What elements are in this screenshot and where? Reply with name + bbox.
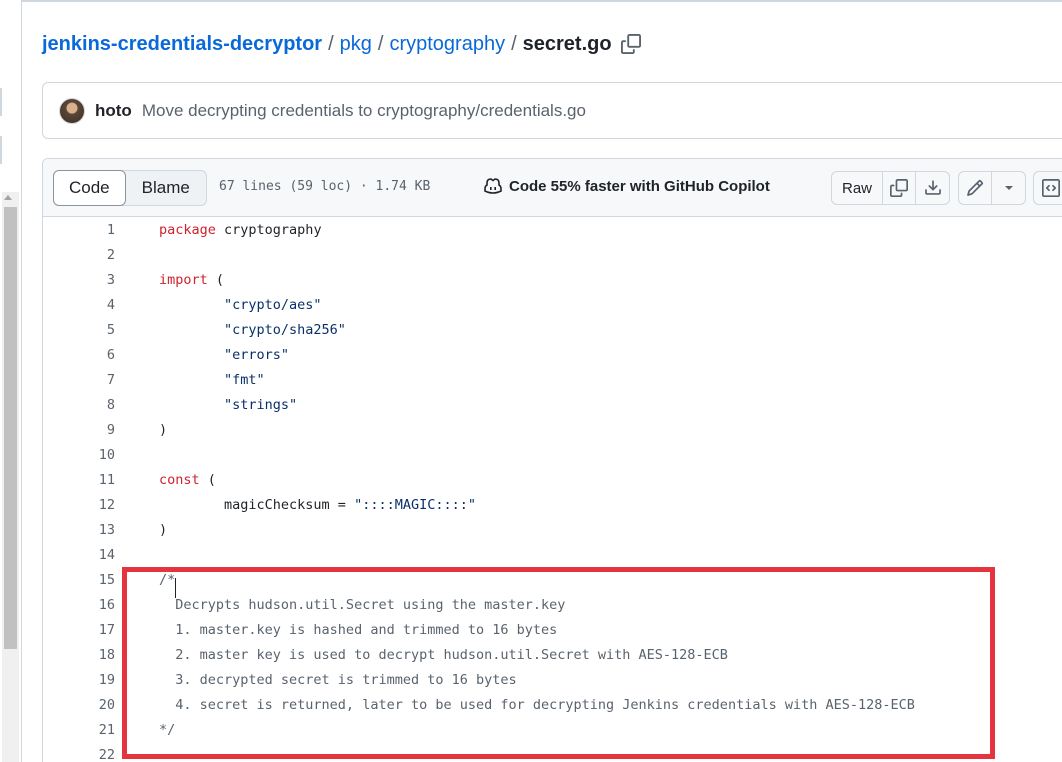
latest-commit-bar: hoto Move decrypting credentials to cryp… (42, 82, 1062, 139)
line-number[interactable]: 5 (43, 322, 115, 338)
copilot-icon (483, 177, 503, 195)
commit-author[interactable]: hoto (95, 101, 132, 121)
line-content: const ( (159, 471, 216, 488)
breadcrumb-separator: / (511, 32, 517, 55)
line-number[interactable]: 6 (43, 347, 115, 363)
file-meta: 67 lines (59 loc) · 1.74 KB (219, 179, 431, 194)
code-line: 4 "crypto/aes" (43, 292, 1062, 317)
rail-tick (0, 88, 2, 116)
rail-tick (0, 136, 2, 164)
code-line: 10 (43, 442, 1062, 467)
breadcrumb-current-file: secret.go (522, 32, 612, 55)
copy-raw-button[interactable] (883, 172, 917, 204)
edit-group (958, 171, 1026, 205)
line-content: "crypto/aes" (159, 296, 322, 313)
line-content: "strings" (159, 396, 298, 413)
line-content: ) (159, 421, 168, 438)
line-number[interactable]: 4 (43, 297, 115, 313)
file-header: Code Blame 67 lines (59 loc) · 1.74 KB C… (43, 159, 1062, 217)
line-number[interactable]: 22 (43, 747, 115, 762)
tab-code[interactable]: Code (53, 170, 126, 206)
view-toggle: Code Blame (53, 170, 207, 206)
line-content: "crypto/sha256" (159, 321, 346, 338)
breadcrumb-cryptography-link[interactable]: cryptography (389, 33, 505, 56)
line-number[interactable]: 15 (43, 572, 115, 588)
highlight-annotation-box (122, 567, 995, 759)
scrollbar-thumb[interactable] (4, 207, 17, 649)
breadcrumb: jenkins-credentials-decryptor / pkg / cr… (42, 30, 642, 58)
line-content: "errors" (159, 346, 290, 363)
line-number[interactable]: 3 (43, 272, 115, 288)
breadcrumb-separator: / (377, 32, 384, 55)
download-button[interactable] (916, 172, 949, 204)
code-line: 1 package cryptography (43, 217, 1062, 242)
top-border (0, 0, 1062, 2)
copy-path-button[interactable] (620, 33, 642, 55)
copilot-promo[interactable]: Code 55% faster with GitHub Copilot (483, 177, 770, 195)
line-number[interactable]: 18 (43, 647, 115, 663)
code-line: 14 (43, 542, 1062, 567)
code-line: 8 "strings" (43, 392, 1062, 417)
tab-blame[interactable]: Blame (126, 171, 206, 205)
symbols-group (1033, 171, 1062, 205)
code-line: 13) (43, 517, 1062, 542)
chevron-down-icon (1004, 186, 1013, 190)
breadcrumb-repo-link[interactable]: jenkins-credentials-decryptor (42, 33, 322, 56)
line-number[interactable]: 9 (43, 422, 115, 438)
copy-icon (620, 34, 641, 54)
line-number[interactable]: 7 (43, 372, 115, 388)
line-number[interactable]: 13 (43, 522, 115, 538)
line-number[interactable]: 14 (43, 547, 115, 563)
edit-options-button[interactable] (992, 172, 1025, 204)
line-content: package cryptography (159, 221, 322, 238)
line-number[interactable]: 11 (43, 472, 115, 488)
copy-icon (890, 179, 909, 197)
avatar[interactable] (59, 97, 85, 124)
line-number[interactable]: 8 (43, 397, 115, 413)
line-number[interactable]: 12 (43, 497, 115, 513)
copilot-promo-text: Code 55% faster with GitHub Copilot (509, 177, 770, 195)
breadcrumb-pkg-link[interactable]: pkg (340, 33, 372, 56)
breadcrumb-separator: / (328, 32, 334, 55)
symbols-button[interactable] (1034, 172, 1062, 204)
code-line: 12 magicChecksum = "::::MAGIC::::" (43, 492, 1062, 517)
raw-copy-download-group: Raw (831, 171, 951, 205)
line-number[interactable]: 2 (43, 247, 115, 263)
line-number[interactable]: 19 (43, 672, 115, 688)
download-icon (924, 180, 941, 195)
code-line: 9) (43, 417, 1062, 442)
code-line: 7 "fmt" (43, 367, 1062, 392)
line-number[interactable]: 1 (43, 222, 115, 238)
code-square-icon (1041, 179, 1060, 197)
line-number[interactable]: 10 (43, 447, 115, 463)
line-content: ) (159, 521, 168, 538)
code-line: 2 (43, 242, 1062, 267)
line-number[interactable]: 21 (43, 722, 115, 738)
line-content: "fmt" (159, 371, 265, 388)
line-content: magicChecksum = "::::MAGIC::::" (159, 496, 476, 513)
code-line: 6 "errors" (43, 342, 1062, 367)
pencil-icon (967, 180, 983, 196)
commit-message[interactable]: Move decrypting credentials to cryptogra… (142, 101, 586, 121)
line-number[interactable]: 16 (43, 597, 115, 613)
line-number[interactable]: 17 (43, 622, 115, 638)
line-content: import ( (159, 271, 225, 288)
line-number[interactable]: 20 (43, 697, 115, 713)
raw-button[interactable]: Raw (832, 172, 884, 204)
code-line: 5 "crypto/sha256" (43, 317, 1062, 342)
code-line: 11 const ( (43, 467, 1062, 492)
scroll-up-arrow[interactable] (4, 195, 12, 200)
code-line: 3 import ( (43, 267, 1062, 292)
edit-file-button[interactable] (959, 172, 992, 204)
